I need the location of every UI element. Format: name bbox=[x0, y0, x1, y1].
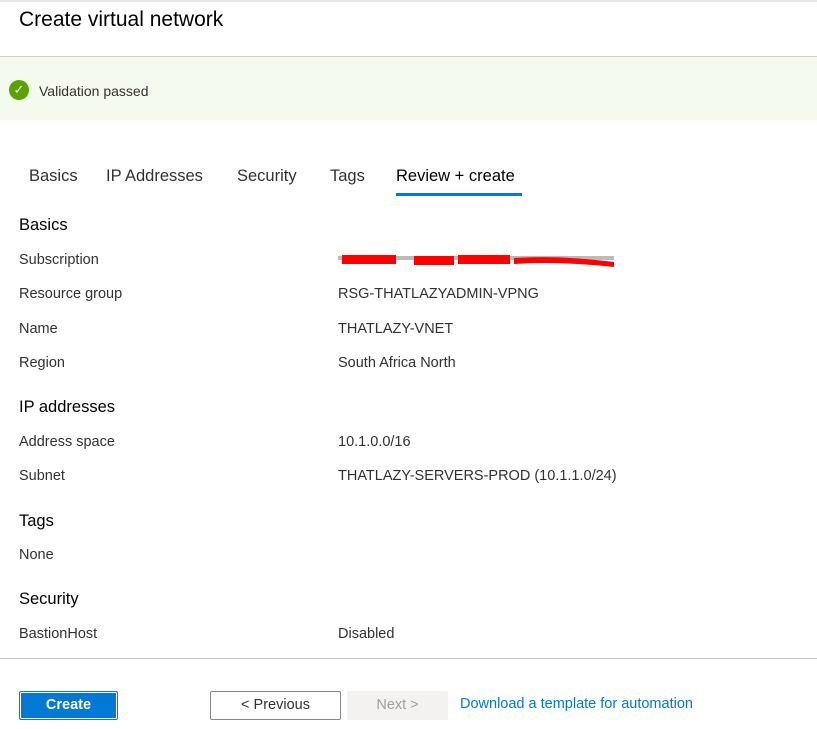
resource-group-label: Resource group bbox=[19, 286, 123, 302]
previous-button[interactable]: < Previous bbox=[210, 691, 341, 720]
subnet-label: Subnet bbox=[19, 468, 65, 484]
name-value: THATLAZY-VNET bbox=[338, 321, 454, 337]
name-label: Name bbox=[19, 321, 58, 337]
section-security-title: Security bbox=[19, 590, 79, 608]
validation-text: Validation passed bbox=[39, 83, 149, 99]
tab-tags[interactable]: Tags bbox=[330, 167, 365, 186]
section-ip-title: IP addresses bbox=[19, 398, 116, 416]
tab-ip-addresses[interactable]: IP Addresses bbox=[106, 167, 203, 186]
resource-group-value: RSG-THATLAZYADMIN-VPNG bbox=[338, 286, 539, 302]
create-button[interactable]: Create bbox=[19, 691, 118, 720]
region-label: Region bbox=[19, 355, 65, 371]
footer-divider bbox=[0, 658, 817, 659]
tab-basics[interactable]: Basics bbox=[29, 167, 78, 186]
bastion-label: BastionHost bbox=[19, 626, 98, 642]
check-circle-icon: ✓ bbox=[9, 80, 29, 100]
tab-review-create[interactable]: Review + create bbox=[396, 167, 515, 186]
redacted-subscription-value bbox=[338, 255, 614, 267]
download-template-link[interactable]: Download a template for automation bbox=[460, 696, 693, 712]
region-value: South Africa North bbox=[338, 355, 456, 371]
next-button[interactable]: Next > bbox=[347, 691, 448, 720]
section-tags-title: Tags bbox=[19, 512, 54, 530]
address-space-value: 10.1.0.0/16 bbox=[338, 434, 411, 450]
tab-security[interactable]: Security bbox=[237, 167, 297, 186]
section-basics-title: Basics bbox=[19, 216, 68, 234]
tags-none: None bbox=[19, 547, 54, 563]
top-border bbox=[0, 0, 817, 2]
subscription-label: Subscription bbox=[19, 252, 99, 268]
bastion-value: Disabled bbox=[338, 626, 395, 642]
address-space-label: Address space bbox=[19, 434, 115, 450]
subnet-value: THATLAZY-SERVERS-PROD (10.1.1.0/24) bbox=[338, 468, 617, 484]
page-title: Create virtual network bbox=[19, 8, 224, 31]
active-tab-indicator bbox=[396, 193, 522, 196]
